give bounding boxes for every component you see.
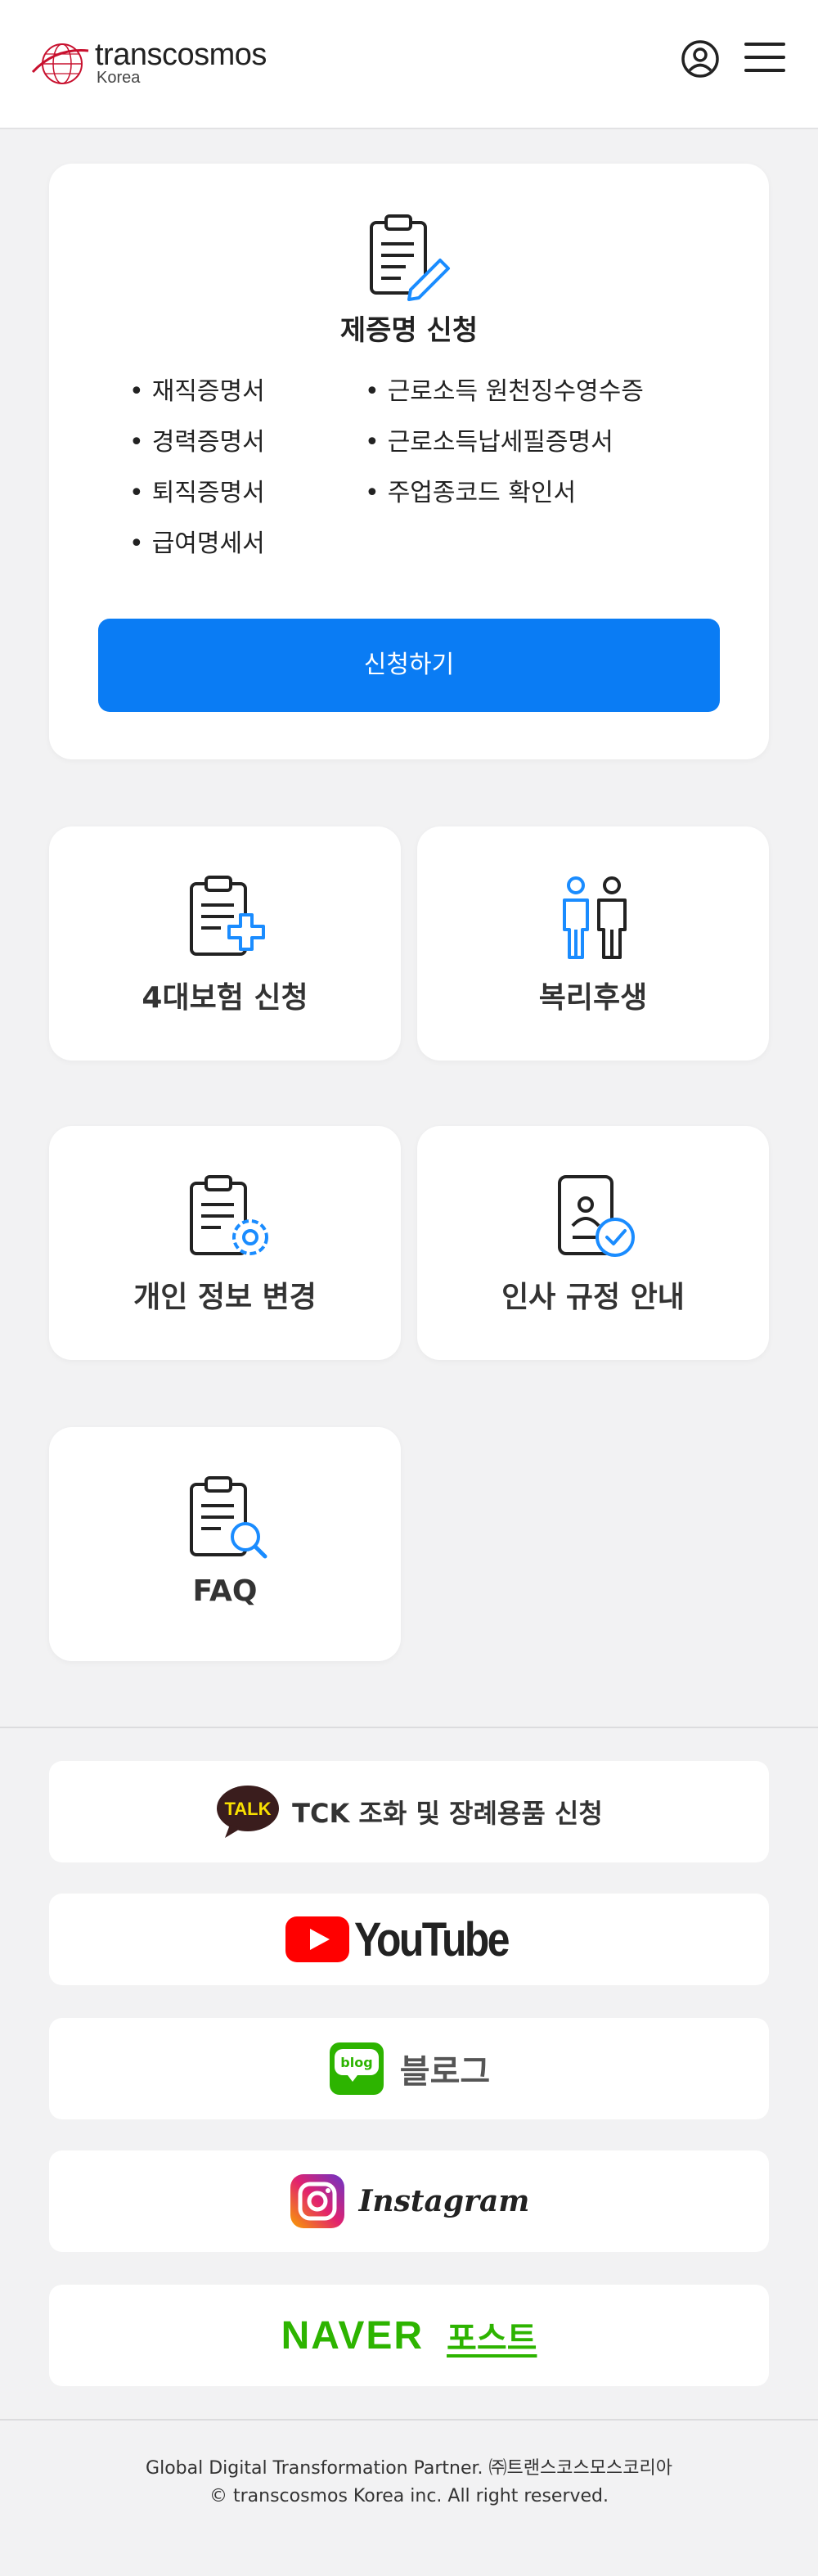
clipboard-search-icon (190, 1476, 267, 1559)
clipboard-gear-icon (190, 1175, 268, 1255)
people-icon (563, 876, 627, 959)
faq-tile[interactable]: FAQ (49, 1427, 401, 1661)
tck-request-label: TCK 조화 및 장례용품 신청 (292, 1798, 603, 1829)
transcosmos-logo[interactable]: transcosmos Korea (31, 38, 276, 90)
hr-rules-label: 인사 규정 안내 (501, 1281, 685, 1314)
logo-wordmark: transcosmos (95, 38, 267, 72)
blog-label: 블로그 (399, 2053, 491, 2091)
footer-divider (0, 2419, 818, 2421)
faq-label: FAQ (192, 1574, 258, 1608)
blog-icon: blog (329, 2042, 384, 2095)
kakaotalk-icon: TALK (217, 1786, 280, 1838)
certificate-request-card: 제증명 신청 재직증명서 경력증명서 퇴직증명서 급여명세서 근로소득 원천징수… (49, 164, 769, 759)
section-divider (0, 1727, 818, 1728)
youtube-label: YouTube (353, 1912, 510, 1966)
globe-logo-icon (31, 43, 89, 84)
personal-info-tile[interactable]: 개인 정보 변경 (49, 1126, 401, 1360)
certificate-list-right: 근로소득 원천징수영수증 근로소득납세필증명서 주업종코드 확인서 (365, 367, 644, 519)
certificate-item: 근로소득 원천징수영수증 (365, 367, 644, 417)
certificate-item: 주업종코드 확인서 (365, 468, 644, 519)
id-card-check-icon (558, 1175, 635, 1257)
hr-rules-tile[interactable]: 인사 규정 안내 (417, 1126, 769, 1360)
welfare-label: 복리후생 (538, 981, 648, 1015)
certificate-item: 경력증명서 (129, 417, 265, 468)
certificate-item: 근로소득납세필증명서 (365, 417, 644, 468)
youtube-play-icon (285, 1916, 349, 1962)
site-footer: Global Digital Transformation Partner. ㈜… (0, 2455, 818, 2511)
tck-request-link[interactable]: TALK TCK 조화 및 장례용품 신청 (49, 1761, 769, 1862)
logo-region: Korea (97, 69, 141, 87)
instagram-link[interactable]: Instagram (49, 2150, 769, 2252)
instagram-label: Instagram (358, 2184, 530, 2218)
welfare-tile[interactable]: 복리후생 (417, 826, 769, 1061)
naver-post-link[interactable]: NAVER 포스트 (49, 2285, 769, 2386)
naver-label: NAVER (281, 2313, 425, 2358)
kakao-badge-text: TALK (225, 1799, 272, 1819)
user-account-icon[interactable] (679, 38, 721, 80)
certificate-item: 퇴직증명서 (129, 468, 265, 519)
hamburger-menu-icon[interactable] (744, 41, 785, 74)
instagram-icon (290, 2174, 344, 2228)
certificate-list-left: 재직증명서 경력증명서 퇴직증명서 급여명세서 (129, 367, 265, 570)
certificate-item: 급여명세서 (129, 519, 265, 570)
apply-button[interactable]: 신청하기 (98, 619, 720, 712)
blog-link[interactable]: blog 블로그 (49, 2018, 769, 2119)
post-label: 포스트 (447, 2320, 537, 2358)
clipboard-pencil-icon (370, 214, 450, 301)
certificate-item: 재직증명서 (129, 367, 265, 417)
footer-copyright: © transcosmos Korea inc. All right reser… (209, 2486, 609, 2506)
youtube-link[interactable]: YouTube (49, 1894, 769, 1985)
footer-tagline: Global Digital Transformation Partner. ㈜… (146, 2458, 672, 2479)
clipboard-plus-icon (190, 876, 265, 956)
certificate-title: 제증명 신청 (339, 314, 479, 347)
personal-info-label: 개인 정보 변경 (133, 1281, 317, 1314)
insurance-label: 4대보험 신청 (142, 981, 308, 1015)
site-header: transcosmos Korea (0, 0, 818, 129)
insurance-request-tile[interactable]: 4대보험 신청 (49, 826, 401, 1061)
blog-badge-text: blog (340, 2055, 372, 2070)
